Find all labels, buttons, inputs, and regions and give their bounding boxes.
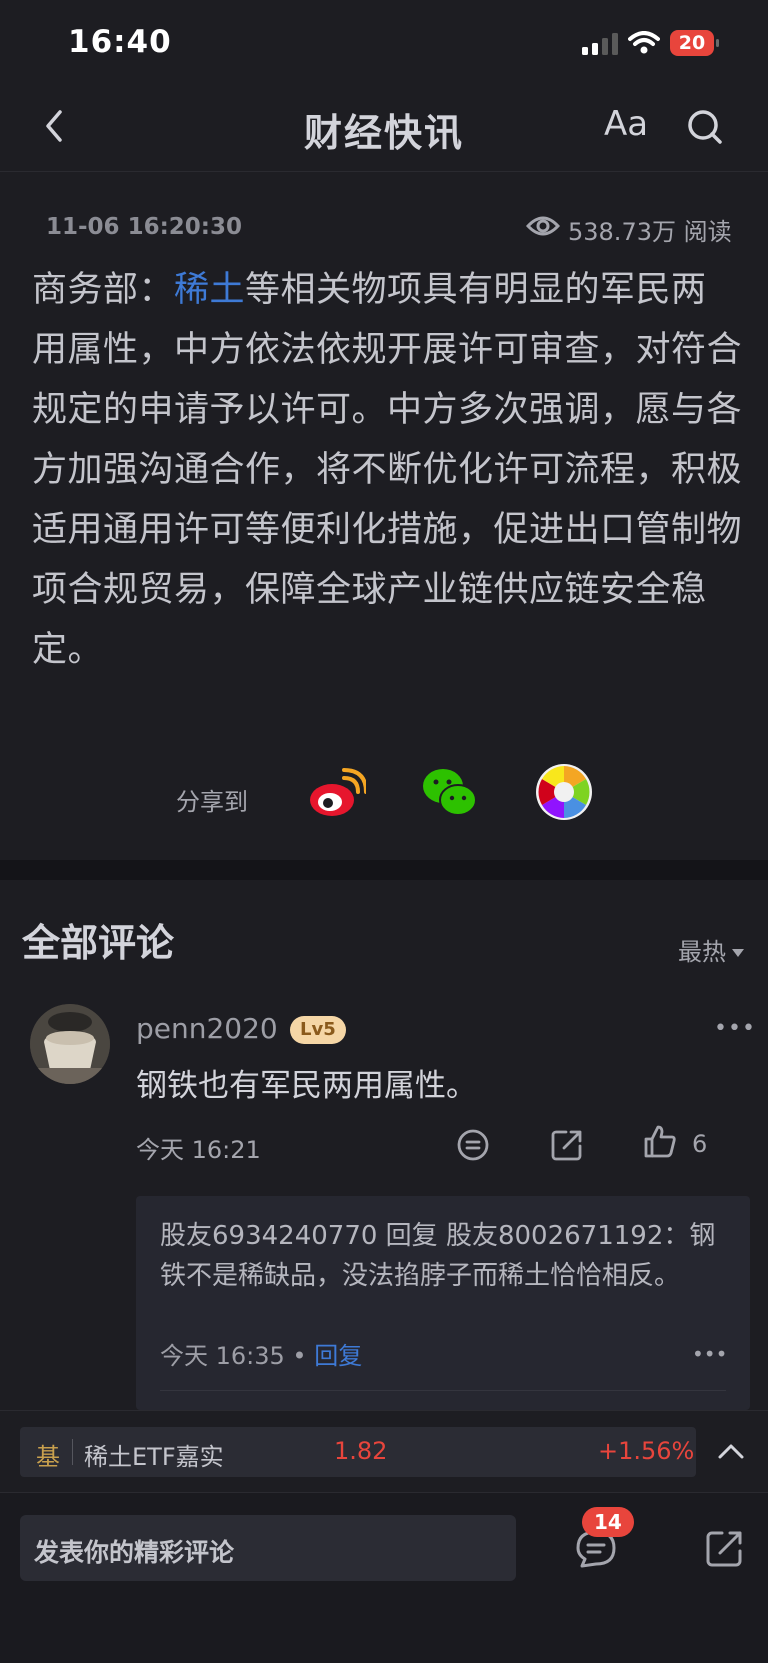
thumbs-up-icon[interactable]: [642, 1124, 678, 1160]
like-count: 6: [692, 1130, 708, 1158]
comments-title: 全部评论: [22, 921, 175, 965]
status-time: 16:40: [68, 24, 172, 60]
wechat-icon[interactable]: [420, 762, 480, 822]
wifi-icon: [628, 31, 660, 54]
share-label: 分享到: [176, 788, 248, 816]
reply-text: 股友6934240770 回复 股友8002671192：钢铁不是稀缺品，没法掐…: [160, 1221, 716, 1291]
comment-time: 今天 16:21: [136, 1136, 261, 1164]
reply-separator: •: [284, 1342, 315, 1370]
avatar-image: [30, 1004, 110, 1084]
eye-icon: [526, 216, 560, 236]
fund-ticker[interactable]: 基 稀土ETF嘉实 1.82 +1.56%: [20, 1427, 696, 1477]
avatar[interactable]: [30, 1004, 110, 1084]
signal-icon: [582, 33, 618, 55]
share-icon[interactable]: [550, 1128, 584, 1162]
bottom-bar: 发表你的精彩评论 14: [0, 1492, 768, 1663]
fund-tag: 基: [36, 1443, 60, 1471]
comment-text: 钢铁也有军民两用属性。: [136, 1068, 477, 1104]
nav-bar: 财经快讯 Aa: [0, 80, 768, 172]
related-fund-bar: 基 稀土ETF嘉实 1.82 +1.56%: [0, 1410, 768, 1492]
article-datetime: 11-06 16:20:30: [46, 214, 242, 240]
fund-name: 稀土ETF嘉实: [84, 1443, 224, 1471]
weibo-icon[interactable]: [306, 764, 366, 824]
fund-price: 1.82: [334, 1437, 388, 1465]
battery-level: 20: [678, 32, 706, 54]
comment-username[interactable]: penn2020: [136, 1012, 278, 1045]
comments-section: 全部评论 最热 penn2020 Lv5 ••• 钢铁也有军民两用属性。 今天 …: [0, 880, 768, 1410]
caret-down-icon: [732, 949, 744, 957]
article-body-text: 等相关物项具有明显的军民两用属性，中方依法依规开展许可审查，对符合规定的申请予以…: [32, 270, 743, 670]
chevron-up-icon[interactable]: [716, 1441, 746, 1461]
reply-icon[interactable]: [456, 1128, 490, 1162]
read-count: 538.73万 阅读: [568, 218, 732, 246]
more-options-icon[interactable]: •••: [714, 1016, 756, 1041]
font-size-button[interactable]: Aa: [604, 104, 648, 144]
comment-count-badge: 14: [582, 1507, 634, 1537]
reply-button[interactable]: 回复: [314, 1342, 362, 1370]
page-title: 财经快讯: [303, 111, 464, 155]
article-body-prefix: 商务部：: [32, 270, 175, 310]
reply-more-icon[interactable]: •••: [692, 1342, 727, 1366]
comment-input[interactable]: 发表你的精彩评论: [20, 1515, 516, 1581]
stock-tag-link[interactable]: 稀土: [174, 270, 245, 310]
article-body: 商务部：稀土等相关物项具有明显的军民两用属性，中方依法依规开展许可审查，对符合规…: [32, 260, 742, 680]
search-icon[interactable]: [686, 108, 724, 146]
battery-indicator: 20: [670, 30, 720, 56]
reply-thread[interactable]: 股友6934240770 回复 股友8002671192：钢铁不是稀缺品，没法掐…: [136, 1196, 750, 1410]
reply-meta: 今天 16:35 • 回复: [160, 1336, 362, 1371]
level-badge: Lv5: [290, 1016, 346, 1044]
section-divider: [0, 860, 768, 880]
moments-icon[interactable]: [534, 762, 594, 822]
reply-divider: [160, 1390, 726, 1391]
ticker-divider: [72, 1439, 73, 1465]
sort-dropdown[interactable]: 最热: [678, 932, 744, 967]
status-bar: 16:40 20: [0, 0, 768, 80]
article: 11-06 16:20:30 538.73万 阅读 商务部：稀土等相关物项具有明…: [0, 172, 768, 860]
reply-time: 今天 16:35: [160, 1342, 285, 1370]
comment-input-placeholder: 发表你的精彩评论: [34, 1538, 235, 1567]
sort-label: 最热: [678, 938, 726, 966]
fund-change: +1.56%: [598, 1437, 695, 1465]
share-page-icon[interactable]: [704, 1529, 744, 1569]
